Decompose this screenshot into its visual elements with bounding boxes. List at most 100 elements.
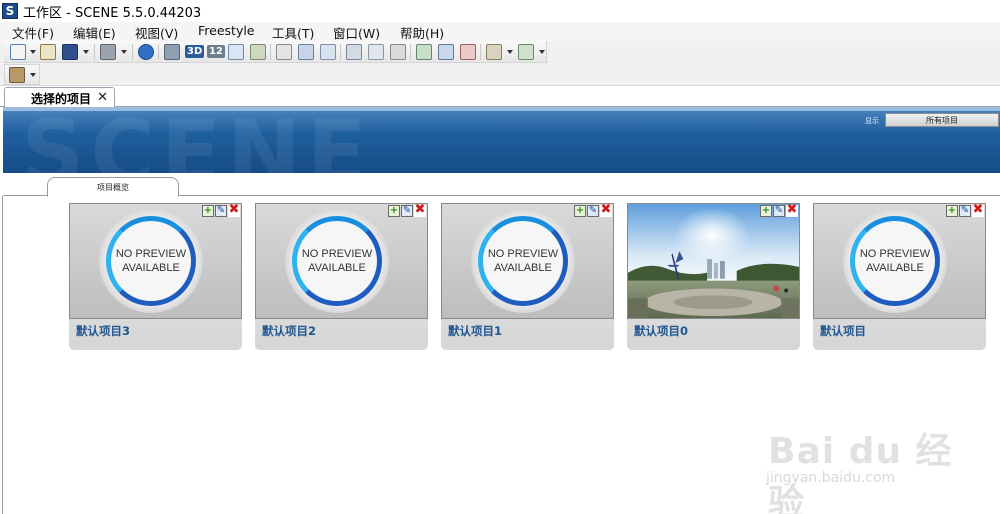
project-card[interactable]: + ✎ ✖ 默认项目0 [627,203,800,350]
project-name[interactable]: 默认项目3 [76,323,130,339]
help-icon[interactable] [138,44,154,60]
edit-icon[interactable]: ✎ [959,205,971,217]
camera-icon[interactable] [486,44,502,60]
add-icon[interactable]: + [946,205,958,217]
project-card[interactable]: NO PREVIEW AVAILABLE + ✎ ✖ 默认项目3 [69,203,242,350]
no-preview-line2: AVAILABLE [308,262,366,274]
project-name[interactable]: 默认项目2 [262,323,316,339]
export-icon[interactable] [320,44,336,60]
baidu-watermark: Bai du 经验 jingyan.baidu.com [760,400,960,514]
delete-icon[interactable]: ✖ [600,204,612,217]
project-card[interactable]: NO PREVIEW AVAILABLE + ✎ ✖ 默认项目1 [441,203,614,350]
card-actions: + ✎ ✖ [946,204,984,217]
project-preview[interactable]: NO PREVIEW AVAILABLE + ✎ ✖ [69,203,242,319]
no-preview-line1: NO PREVIEW [115,248,187,260]
card-actions: + ✎ ✖ [202,204,240,217]
add-icon[interactable]: + [760,205,772,217]
edit-icon[interactable]: ✎ [215,205,227,217]
menu-edit[interactable]: 编辑(E) [73,23,116,42]
document-icon[interactable] [368,44,384,60]
menu-bar: 文件(F) 编辑(E) 视图(V) Freestyle 工具(T) 窗口(W) … [0,22,1000,41]
toolbar-separator [410,44,411,60]
home-icon[interactable] [228,44,244,60]
content-border [2,196,3,514]
title-bar: S 工作区 - SCENE 5.5.0.44203 [0,0,1000,22]
3d-view-icon[interactable]: 3D [185,45,205,58]
tab-project-overview[interactable]: 项目概览 [47,177,179,197]
toolbar-separator [480,44,481,60]
delete-icon[interactable]: ✖ [228,204,240,217]
add-icon[interactable]: + [388,205,400,217]
no-preview-ring: NO PREVIEW AVAILABLE [850,216,940,306]
cloud-delete-icon[interactable] [460,44,476,60]
delete-icon[interactable]: ✖ [786,204,798,217]
delete-icon[interactable]: ✖ [972,204,984,217]
project-preview[interactable]: + ✎ ✖ [627,203,800,319]
report-icon[interactable] [390,44,406,60]
close-icon[interactable]: ✕ [97,90,108,105]
edit-icon[interactable]: ✎ [773,205,785,217]
sync-icon[interactable] [298,44,314,60]
edit-icon[interactable]: ✎ [401,205,413,217]
scene-banner: SCENE 显示 所有项目 [3,107,1000,173]
watermark-url: jingyan.baidu.com [766,470,896,486]
window-title: 工作区 - SCENE 5.5.0.44203 [23,5,202,21]
registration-icon[interactable] [518,44,534,60]
delete-icon[interactable]: ✖ [414,204,426,217]
toolbar-separator [158,44,159,60]
project-preview[interactable]: NO PREVIEW AVAILABLE + ✎ ✖ [255,203,428,319]
menu-tools[interactable]: 工具(T) [272,23,314,42]
scanner-dropdown-arrow-icon[interactable] [30,73,36,77]
registration-dropdown-arrow-icon[interactable] [539,50,545,54]
document-tab-strip: 选择的项目 ✕ [0,87,1000,108]
project-preview[interactable]: NO PREVIEW AVAILABLE + ✎ ✖ [813,203,986,319]
all-projects-dropdown[interactable]: 所有项目 [885,113,999,127]
no-preview-ring: NO PREVIEW AVAILABLE [478,216,568,306]
add-icon[interactable]: + [574,205,586,217]
layout-icon[interactable] [346,44,362,60]
add-icon[interactable]: + [202,205,214,217]
new-project-icon[interactable] [10,44,26,60]
project-card[interactable]: NO PREVIEW AVAILABLE + ✎ ✖ 默认项目2 [255,203,428,350]
open-icon[interactable] [40,44,56,60]
camera-dropdown-arrow-icon[interactable] [507,50,513,54]
menu-window[interactable]: 窗口(W) [333,23,380,42]
panorama-thumbnail [628,204,799,318]
print-dropdown-arrow-icon[interactable] [121,50,127,54]
card-actions: + ✎ ✖ [388,204,426,217]
copy-icon[interactable] [276,44,292,60]
toolbar-separator [94,44,95,60]
save-dropdown-arrow-icon[interactable] [83,50,89,54]
save-icon[interactable] [62,44,78,60]
tab-selected-projects-label: 选择的项目 [31,91,92,106]
menu-view[interactable]: 视图(V) [135,23,178,42]
menu-help[interactable]: 帮助(H) [400,23,444,42]
menu-file[interactable]: 文件(F) [12,23,54,42]
display-filter-label: 显示 [865,117,879,125]
no-preview-line1: NO PREVIEW [487,248,559,260]
no-preview-line1: NO PREVIEW [301,248,373,260]
edit-icon[interactable]: ✎ [587,205,599,217]
scanner-icon[interactable] [9,67,25,83]
secondary-toolbar [0,63,1000,86]
menu-freestyle[interactable]: Freestyle [198,23,255,38]
new-dropdown-arrow-icon[interactable] [30,50,36,54]
planar-view-icon[interactable]: 12 [207,45,225,58]
toolbar-separator [340,44,341,60]
project-name[interactable]: 默认项目1 [448,323,502,339]
image-icon[interactable] [250,44,266,60]
no-preview-line1: NO PREVIEW [859,248,931,260]
print-icon[interactable] [100,44,116,60]
scan-icon[interactable] [164,44,180,60]
no-preview-ring: NO PREVIEW AVAILABLE [106,216,196,306]
cloud-download-icon[interactable] [416,44,432,60]
project-preview[interactable]: NO PREVIEW AVAILABLE + ✎ ✖ [441,203,614,319]
tab-selected-projects[interactable]: 选择的项目 ✕ [4,87,115,108]
no-preview-ring: NO PREVIEW AVAILABLE [292,216,382,306]
project-name[interactable]: 默认项目 [820,323,866,339]
scene-app-icon: S [2,3,18,19]
secondary-toolbar-strip [4,64,40,85]
cloud-upload-icon[interactable] [438,44,454,60]
project-card[interactable]: NO PREVIEW AVAILABLE + ✎ ✖ 默认项目 [813,203,986,350]
project-name[interactable]: 默认项目0 [634,323,688,339]
